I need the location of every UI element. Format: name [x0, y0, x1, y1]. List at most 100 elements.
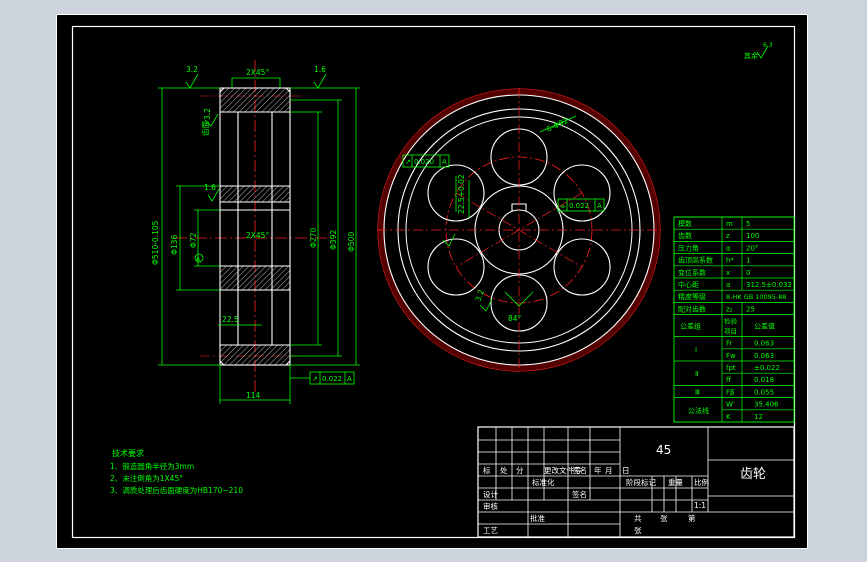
hatch-hub-bottom [220, 266, 290, 290]
general-rough-label: 其余 [744, 51, 758, 60]
group-item-value: 0.063 [754, 340, 774, 348]
group-header-name: 公差组 [680, 322, 701, 331]
tb-label-sign: 签名 [572, 465, 587, 475]
flank-label: 齿面 [201, 121, 210, 136]
tb-label-zone: 分 [516, 466, 524, 475]
group-item-value: 12 [754, 413, 763, 421]
tb-label-sheet-2: 张 [634, 526, 642, 535]
front-view: 6-Φ92 22.5+0.02 84° 3.2 ↗ 0.020 A ⌯ 0.02… [377, 88, 661, 372]
tb-label-month: 月 [605, 466, 613, 475]
hub-label: Φ72 [189, 232, 198, 248]
group-name: Ⅰ [695, 346, 697, 354]
tb-label-sheet: 张 [660, 514, 668, 523]
group-item-value: 35.406 [754, 401, 779, 409]
tb-label-count: 处 [500, 465, 508, 475]
web-inner-label: Φ270 [309, 228, 318, 248]
tb-part-name: 齿轮 [740, 467, 766, 482]
bore-label: Φ136 [170, 235, 179, 255]
group-item-value: 0.055 [754, 388, 774, 396]
param-name: 中心距 [678, 280, 699, 289]
svg-text:↗: ↗ [405, 158, 411, 166]
rim-inner-label: Φ500 [347, 232, 356, 252]
param-symbol: z [726, 232, 730, 240]
tb-label-stage: 阶段标记 [626, 477, 656, 487]
group-item-symbol: W' [726, 401, 735, 409]
param-name: 变位系数 [678, 268, 706, 277]
param-value: 8-HK GB 10095-88 [726, 293, 787, 301]
tb-label-sign-2: 签名 [572, 489, 587, 499]
tol-frame-1-value: 0.020 [414, 158, 434, 166]
rough-side-label: 3.2 [203, 108, 212, 120]
tb-label-craft: 工艺 [483, 526, 498, 535]
svg-text:⌯: ⌯ [560, 202, 566, 210]
param-value: 100 [746, 232, 759, 240]
group-item-symbol: Fr [726, 340, 733, 348]
param-symbol: α [726, 244, 731, 252]
param-value: 20° [746, 244, 758, 252]
tb-label-year: 年 [594, 465, 602, 475]
web-outer-label: Φ392 [329, 230, 338, 250]
tb-label-scale: 比例 [694, 477, 709, 487]
tech-note-3: 3、调质处理后齿面硬度为HB170~210 [110, 485, 243, 495]
param-value: 5 [746, 220, 750, 228]
param-name: 配对齿数 [678, 304, 706, 313]
param-value: 0 [746, 269, 750, 277]
param-value: 312.5±0.032 [746, 281, 792, 289]
param-value: 1 [746, 257, 750, 265]
runout-value: 0.022 [322, 375, 342, 383]
rough-right-label: 1.6 [314, 65, 326, 74]
od-label: Φ510-0.105 [151, 220, 160, 265]
tb-material: 45 [656, 443, 671, 457]
param-symbol: z₂ [726, 305, 733, 313]
tol-frame-2-value: 0.022 [569, 202, 589, 210]
group-name: Ⅲ [695, 389, 700, 397]
param-symbol: m [726, 220, 733, 228]
tb-label-mark: 标 [483, 465, 491, 475]
tb-label-approve: 批准 [530, 513, 545, 523]
group-item-value: 0.063 [754, 352, 774, 360]
param-symbol: h* [726, 257, 734, 265]
group-item-value: ±0.022 [754, 364, 780, 372]
tb-label-std: 标准化 [532, 477, 555, 487]
tb-label-weight: 重量 [668, 478, 683, 487]
hatch-rim-bottom [220, 345, 290, 365]
rough-bore-label: 1.6 [204, 183, 216, 192]
tb-label-total: 共 [634, 514, 642, 523]
group-item-symbol: Fβ [726, 388, 735, 396]
group-item-symbol: ff [726, 376, 731, 384]
width-label: 114 [246, 391, 261, 400]
param-value: 25 [746, 305, 755, 313]
param-name: 模数 [678, 219, 692, 228]
group-header-tol: 公差值 [754, 322, 775, 331]
tb-label-page: 第 [688, 513, 696, 523]
mid-chamfer-label: 2X45° [246, 231, 269, 240]
group-header-item-2: 项目 [724, 328, 737, 336]
group-header-item-1: 检验 [724, 317, 738, 326]
group-name: 公法线 [688, 406, 709, 415]
group-item-symbol: Fw [726, 352, 736, 360]
group-item-symbol: K [726, 413, 731, 421]
hatch-rim-top [220, 88, 290, 112]
general-rough-value: 6.3 [763, 42, 773, 49]
param-symbol: x [726, 269, 730, 277]
tech-note-1: 1、锻造圆角半径为3mm [110, 461, 194, 471]
cad-drawing: 2X45° 2X45° Φ510-0.105 Φ136 Φ72 Φ270 Φ39… [56, 14, 808, 549]
param-name: 齿数 [678, 231, 692, 240]
tb-scale-value: 1:1 [694, 501, 706, 510]
hatch-hub-top [220, 186, 290, 202]
hole-22-5-label: 22.5 [222, 315, 239, 324]
group-name: Ⅱ [695, 370, 698, 378]
runout-datum: A [347, 375, 352, 383]
param-symbol: a [726, 281, 730, 289]
tech-notes-title: 技术要求 [112, 448, 144, 458]
tol-frame-1-datum: A [442, 158, 447, 166]
group-item-value: 0.018 [754, 376, 774, 384]
group-item-symbol: fpt [726, 364, 736, 372]
param-name: 齿顶高系数 [678, 256, 713, 265]
tech-note-2: 2、未注倒角为1X45° [110, 473, 183, 483]
runout-symbol: ↗ [312, 375, 318, 383]
tb-label-day: 日 [622, 466, 630, 475]
tb-label-check: 审核 [483, 501, 498, 511]
param-name: 压力角 [678, 243, 699, 252]
top-chamfer-label: 2X45° [246, 68, 269, 77]
